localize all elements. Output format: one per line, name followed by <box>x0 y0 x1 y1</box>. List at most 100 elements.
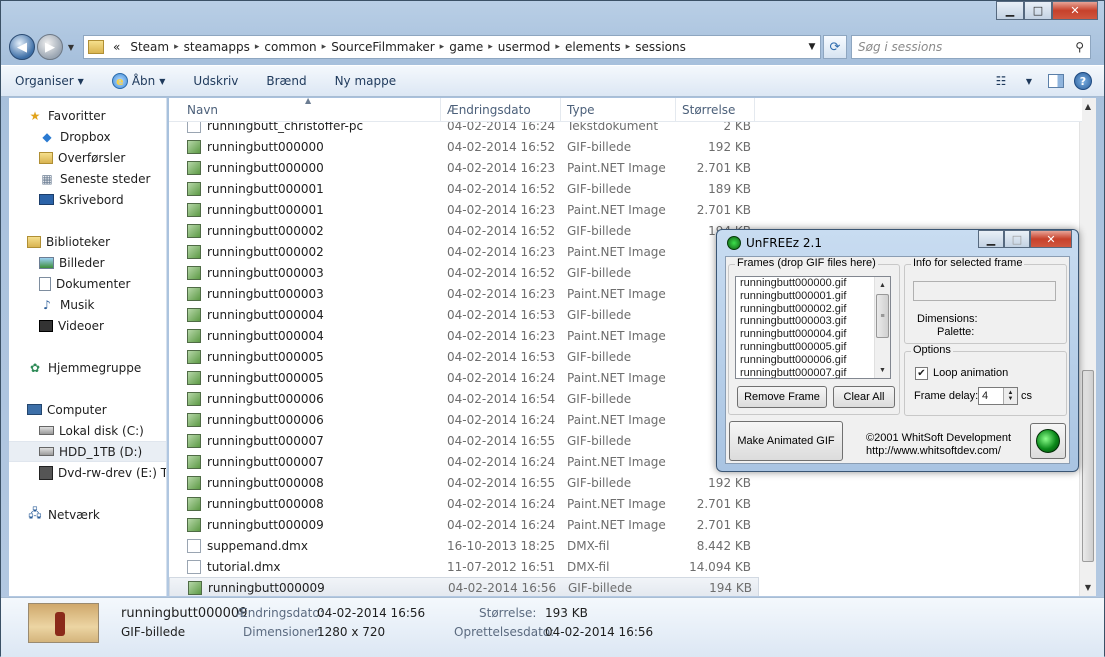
remove-frame-button[interactable]: Remove Frame <box>737 386 827 408</box>
sidebar-item-disk-e[interactable]: Dvd-rw-drev (E:) The <box>9 462 166 483</box>
column-date[interactable]: Ændringsdato <box>441 98 561 121</box>
list-item[interactable]: runningbutt000004.gif <box>736 328 890 341</box>
back-button[interactable]: ◀ <box>9 34 35 60</box>
sidebar-item-libraries[interactable]: Biblioteker <box>9 231 166 252</box>
list-item[interactable]: runningbutt000000.gif <box>736 277 890 290</box>
table-row[interactable]: runningbutt000008 04-02-2014 16:55 GIF-bil… <box>169 472 759 493</box>
burn-button[interactable]: Brænd <box>266 74 306 88</box>
column-name[interactable]: ▲ Navn <box>169 98 441 121</box>
forward-button[interactable]: ▶ <box>37 34 63 60</box>
list-item[interactable]: runningbutt000007.gif <box>736 367 890 378</box>
help-icon[interactable]: ? <box>1074 72 1092 90</box>
table-row[interactable]: runningbutt000004 04-02-2014 16:23 Paint.N… <box>169 325 759 346</box>
scroll-up-icon[interactable]: ▲ <box>1080 98 1096 115</box>
table-row[interactable]: runningbutt000003 04-02-2014 16:23 Paint.N… <box>169 283 759 304</box>
table-row[interactable]: runningbutt000007 04-02-2014 16:24 Paint.N… <box>169 451 759 472</box>
maximize-button[interactable]: □ <box>1024 1 1052 20</box>
list-item[interactable]: runningbutt000003.gif <box>736 315 890 328</box>
make-animated-gif-button[interactable]: Make Animated GIF <box>729 421 843 461</box>
sidebar-item-documents[interactable]: Dokumenter <box>9 273 166 294</box>
open-button[interactable]: e Åbn ▼ <box>111 73 165 89</box>
table-row[interactable]: runningbutt000007 04-02-2014 16:55 GIF-bil… <box>169 430 759 451</box>
breadcrumb-steamapps[interactable]: steamapps <box>179 40 255 54</box>
table-row[interactable]: runningbutt000003 04-02-2014 16:52 GIF-bil… <box>169 262 759 283</box>
breadcrumb-elements[interactable]: elements <box>560 40 626 54</box>
column-size[interactable]: Størrelse <box>676 98 755 121</box>
table-row[interactable]: runningbutt000006 04-02-2014 16:54 GIF-bil… <box>169 388 759 409</box>
table-row[interactable]: suppemand.dmx 16-10-2013 18:25 DMX-fil 8.44… <box>169 535 759 556</box>
loop-animation-checkbox[interactable]: ✔ <box>915 367 928 380</box>
table-row[interactable]: runningbutt000005 04-02-2014 16:53 GIF-bil… <box>169 346 759 367</box>
clear-all-button[interactable]: Clear All <box>833 386 895 408</box>
chevron-down-icon[interactable]: ▼ <box>159 77 165 86</box>
list-item[interactable]: runningbutt000002.gif <box>736 303 890 316</box>
sidebar-item-favorites[interactable]: ★ Favoritter <box>9 105 166 126</box>
sidebar-item-disk-c[interactable]: Lokal disk (C:) <box>9 420 166 441</box>
vertical-scrollbar[interactable]: ▲ ▼ <box>1079 98 1096 596</box>
search-icon[interactable]: ⚲ <box>1075 40 1084 54</box>
view-options-icon[interactable]: ☷ <box>992 72 1010 90</box>
scroll-down-icon[interactable]: ▼ <box>1080 579 1096 596</box>
sidebar-item-disk-d[interactable]: HDD_1TB (D:) <box>9 441 166 462</box>
sidebar-item-music[interactable]: ♪ Musik <box>9 294 166 315</box>
list-item[interactable]: runningbutt000006.gif <box>736 354 890 367</box>
spinner-arrows-icon[interactable]: ▲ ▼ <box>1003 388 1017 404</box>
frame-delay-input[interactable]: 4 ▲ ▼ <box>978 387 1018 405</box>
sidebar-item-pictures[interactable]: Billeder <box>9 252 166 273</box>
chevron-down-icon[interactable]: ▼ <box>1020 72 1038 90</box>
table-row[interactable]: runningbutt000004 04-02-2014 16:53 GIF-bil… <box>169 304 759 325</box>
minimize-button[interactable]: ▁ <box>996 1 1024 20</box>
list-item[interactable]: runningbutt000001.gif <box>736 290 890 303</box>
sidebar-item-recent[interactable]: ▦ Seneste steder <box>9 168 166 189</box>
listbox-scrollbar[interactable]: ▲ ≡ ▼ <box>874 277 890 378</box>
table-row[interactable]: runningbutt000002 04-02-2014 16:52 GIF-bil… <box>169 220 759 241</box>
search-input[interactable]: Søg i sessions ⚲ <box>851 35 1091 59</box>
sidebar-item-computer[interactable]: Computer <box>9 399 166 420</box>
organize-button[interactable]: Organiser ▼ <box>15 74 84 88</box>
breadcrumb-usermod[interactable]: usermod <box>493 40 556 54</box>
sidebar-item-network[interactable]: 🖧 Netværk <box>9 504 166 525</box>
breadcrumb-overflow[interactable]: « <box>108 40 125 54</box>
sidebar-item-dropbox[interactable]: ◆ Dropbox <box>9 126 166 147</box>
breadcrumb-sourcefilmmaker[interactable]: SourceFilmmaker <box>326 40 439 54</box>
close-button[interactable]: ✕ <box>1052 1 1098 20</box>
preview-pane-icon[interactable] <box>1048 74 1064 88</box>
table-row[interactable]: runningbutt000001 04-02-2014 16:23 Paint.N… <box>169 199 759 220</box>
sidebar-item-desktop[interactable]: Skrivebord <box>9 189 166 210</box>
breadcrumb-game[interactable]: game <box>444 40 488 54</box>
breadcrumb-common[interactable]: common <box>259 40 321 54</box>
address-bar[interactable]: « Steam ▸ steamapps ▸ common ▸ SourceFilmma… <box>83 35 821 59</box>
history-dropdown[interactable]: ▼ <box>65 43 77 52</box>
refresh-button[interactable]: ⟳ <box>823 35 847 59</box>
table-row[interactable]: runningbutt000005 04-02-2014 16:24 Paint.N… <box>169 367 759 388</box>
new-folder-button[interactable]: Ny mappe <box>335 74 397 88</box>
table-row[interactable]: runningbutt000006 04-02-2014 16:24 Paint.N… <box>169 409 759 430</box>
column-type[interactable]: Type <box>561 98 676 121</box>
table-row[interactable]: runningbutt000001 04-02-2014 16:52 GIF-bil… <box>169 178 759 199</box>
table-row[interactable]: runningbutt000009 04-02-2014 16:56 GIF-bil… <box>169 577 759 596</box>
table-row[interactable]: runningbutt000009 04-02-2014 16:24 Paint.N… <box>169 514 759 535</box>
sidebar-item-homegroup[interactable]: ✿ Hjemmegruppe <box>9 357 166 378</box>
table-row[interactable]: tutorial.dmx 11-07-2012 16:51 DMX-fil 14.09… <box>169 556 759 577</box>
table-row[interactable]: runningbutt000002 04-02-2014 16:23 Paint.N… <box>169 241 759 262</box>
sidebar-item-downloads[interactable]: Overførsler <box>9 147 166 168</box>
table-row[interactable]: runningbutt000000 04-02-2014 16:23 Paint.N… <box>169 157 759 178</box>
close-button[interactable]: ✕ <box>1030 230 1072 248</box>
chevron-down-icon[interactable]: ▼ <box>804 42 820 52</box>
list-item[interactable]: runningbutt000005.gif <box>736 341 890 354</box>
print-button[interactable]: Udskriv <box>193 74 238 88</box>
table-row[interactable]: runningbutt000008 04-02-2014 16:24 Paint.N… <box>169 493 759 514</box>
scroll-down-icon[interactable]: ▼ <box>875 362 890 378</box>
scrollbar-thumb[interactable]: ≡ <box>876 294 889 338</box>
frames-listbox[interactable]: runningbutt000000.gif runningbutt000001.g… <box>735 276 891 379</box>
website-link[interactable]: http://www.whitsoftdev.com/ <box>866 445 1001 457</box>
sidebar-item-videos[interactable]: Videoer <box>9 315 166 336</box>
scroll-up-icon[interactable]: ▲ <box>875 277 890 293</box>
table-row[interactable]: runningbutt000000 04-02-2014 16:52 GIF-bil… <box>169 136 759 157</box>
minimize-button[interactable]: ▁ <box>978 230 1004 248</box>
scrollbar-thumb[interactable] <box>1082 370 1094 562</box>
about-button[interactable] <box>1030 423 1066 459</box>
maximize-button[interactable]: □ <box>1004 230 1030 248</box>
breadcrumb-steam[interactable]: Steam <box>125 40 174 54</box>
breadcrumb-sessions[interactable]: sessions <box>630 40 691 54</box>
